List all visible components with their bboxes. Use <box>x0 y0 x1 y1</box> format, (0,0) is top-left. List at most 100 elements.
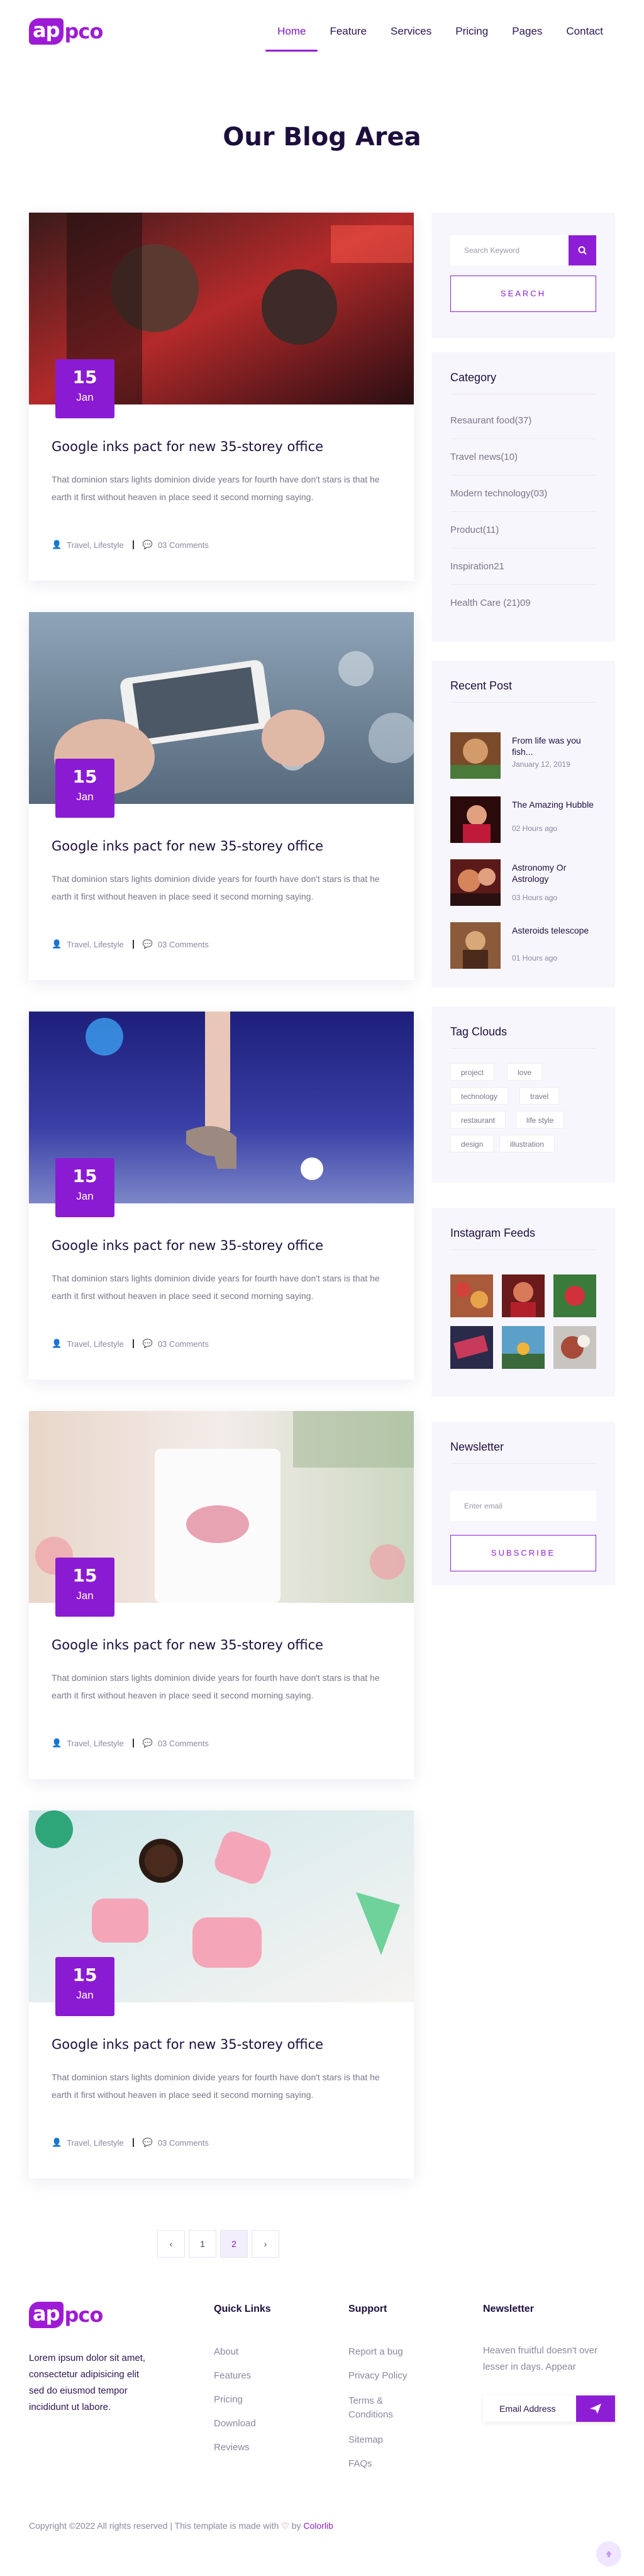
date-badge: 15 Jan <box>55 1957 114 2016</box>
category-item[interactable]: Health Care (21)09 <box>450 585 596 622</box>
colorlib-link[interactable]: Colorlib <box>303 2521 333 2531</box>
search-input[interactable]: Search Keyword <box>450 235 569 265</box>
recent-post-thumb[interactable] <box>450 732 501 779</box>
nav-services[interactable]: Services <box>379 23 443 52</box>
footer-link-reviews[interactable]: Reviews <box>214 2442 250 2453</box>
footer-link-download[interactable]: Download <box>214 2418 256 2429</box>
post-comments[interactable]: 03 Comments <box>158 940 209 949</box>
recent-post-item[interactable]: The Amazing Hubble 02 Hours ago <box>450 796 596 848</box>
pagination-page-1[interactable]: 1 <box>189 2230 216 2258</box>
post-comments[interactable]: 03 Comments <box>158 540 209 550</box>
newsletter-email-input[interactable]: Enter email <box>450 1491 596 1521</box>
back-to-top-button[interactable] <box>596 2541 621 2567</box>
footer-link-sitemap[interactable]: Sitemap <box>348 2434 383 2445</box>
search-button[interactable]: SEARCH <box>450 276 596 312</box>
post-excerpt: That dominion stars lights dominion divi… <box>52 874 380 901</box>
recent-post-title: Recent Post <box>450 679 513 692</box>
post-title[interactable]: Google inks pact for new 35-storey offic… <box>52 2037 323 2052</box>
pagination-next[interactable]: › <box>252 2230 279 2258</box>
footer-link-terms[interactable]: Terms & Conditions <box>348 2394 424 2422</box>
tag-item[interactable]: design <box>450 1135 494 1152</box>
footer-logo[interactable]: ap pco <box>29 2301 103 2329</box>
category-title: Category <box>450 371 497 384</box>
footer-link-features[interactable]: Features <box>214 2370 251 2381</box>
user-icon: 👤 <box>52 2138 62 2147</box>
footer-link-about[interactable]: About <box>214 2346 238 2357</box>
recent-post-item[interactable]: From life was you fish... January 12, 20… <box>450 732 596 784</box>
footer-link-privacy[interactable]: Privacy Policy <box>348 2370 407 2381</box>
recent-post-thumb[interactable] <box>450 859 501 906</box>
recent-post-title[interactable]: From life was you fish... <box>512 735 597 757</box>
instagram-image[interactable] <box>450 1326 493 1369</box>
tag-item[interactable]: love <box>507 1063 543 1081</box>
logo-mark: ap <box>29 18 64 45</box>
nav-contact[interactable]: Contact <box>554 23 615 52</box>
recent-post-thumb[interactable] <box>450 796 501 843</box>
recent-post-title[interactable]: Asteroids telescope <box>512 925 597 936</box>
category-item[interactable]: Inspiration21 <box>450 549 596 585</box>
tag-item[interactable]: life style <box>516 1111 565 1129</box>
recent-post-widget: Recent Post From life was you fish... Ja… <box>431 661 615 988</box>
category-item[interactable]: Resaurant food(37) <box>450 403 596 439</box>
post-meta: 👤 Travel, Lifestyle 💬 03 Comments <box>52 2138 209 2148</box>
search-icon[interactable] <box>569 235 596 265</box>
nav-pages[interactable]: Pages <box>500 23 554 52</box>
category-item[interactable]: Modern technology(03) <box>450 476 596 512</box>
nav-home[interactable]: Home <box>265 23 318 52</box>
support-title: Support <box>348 2304 387 2314</box>
send-icon[interactable] <box>576 2395 615 2422</box>
footer-link-faqs[interactable]: FAQs <box>348 2458 372 2469</box>
quick-links-title: Quick Links <box>214 2304 271 2314</box>
footer-link-pricing[interactable]: Pricing <box>214 2394 243 2405</box>
nav-pricing[interactable]: Pricing <box>443 23 500 52</box>
post-title[interactable]: Google inks pact for new 35-storey offic… <box>52 1637 323 1653</box>
instagram-image[interactable] <box>553 1274 596 1317</box>
recent-post-date: 01 Hours ago <box>512 954 558 962</box>
recent-post-thumb[interactable] <box>450 922 501 969</box>
user-icon: 👤 <box>52 540 62 549</box>
post-meta: 👤 Travel, Lifestyle 💬 03 Comments <box>52 540 209 550</box>
post-comments[interactable]: 03 Comments <box>158 1339 209 1349</box>
blog-post-card: 15 Jan Google inks pact for new 35-storey… <box>29 612 414 980</box>
nav-feature[interactable]: Feature <box>318 23 379 52</box>
footer-link-report-bug[interactable]: Report a bug <box>348 2346 403 2357</box>
post-title[interactable]: Google inks pact for new 35-storey offic… <box>52 439 323 454</box>
post-categories[interactable]: Travel, Lifestyle <box>67 2138 124 2148</box>
post-categories[interactable]: Travel, Lifestyle <box>67 1739 124 1748</box>
instagram-image[interactable] <box>502 1274 545 1317</box>
instagram-image[interactable] <box>502 1326 545 1369</box>
recent-post-title[interactable]: The Amazing Hubble <box>512 799 597 810</box>
tag-item[interactable]: project <box>450 1063 495 1081</box>
tag-item[interactable]: technology <box>450 1087 509 1105</box>
footer-email-input[interactable]: Email Address <box>483 2395 576 2422</box>
instagram-image[interactable] <box>553 1326 596 1369</box>
footer-newsletter-title: Newsletter <box>483 2304 534 2314</box>
post-title[interactable]: Google inks pact for new 35-storey offic… <box>52 1238 323 1253</box>
logo-text: pco <box>64 20 104 43</box>
post-categories[interactable]: Travel, Lifestyle <box>67 540 124 550</box>
recent-post-item[interactable]: Astronomy Or Astrology 03 Hours ago <box>450 859 596 911</box>
blog-post-card: 15 Jan Google inks pact for new 35-storey… <box>29 1411 414 1779</box>
tag-item[interactable]: illustration <box>499 1135 555 1152</box>
logo[interactable]: ap pco <box>29 18 103 45</box>
category-item[interactable]: Travel news(10) <box>450 439 596 476</box>
post-categories[interactable]: Travel, Lifestyle <box>67 940 124 949</box>
recent-post-item[interactable]: Asteroids telescope 01 Hours ago <box>450 922 596 974</box>
user-icon: 👤 <box>52 1738 62 1748</box>
post-title[interactable]: Google inks pact for new 35-storey offic… <box>52 839 323 854</box>
newsletter-title: Newsletter <box>450 1441 504 1453</box>
pagination-prev[interactable]: ‹ <box>157 2230 185 2258</box>
post-categories[interactable]: Travel, Lifestyle <box>67 1339 124 1349</box>
tag-item[interactable]: travel <box>519 1087 560 1105</box>
header: ap pco Home Feature Services Pricing Page… <box>0 0 644 63</box>
instagram-image[interactable] <box>450 1274 493 1317</box>
post-comments[interactable]: 03 Comments <box>158 1739 209 1748</box>
tag-item[interactable]: restaurant <box>450 1111 506 1129</box>
pagination-page-2[interactable]: 2 <box>220 2230 248 2258</box>
recent-post-date: 03 Hours ago <box>512 893 558 902</box>
recent-post-title[interactable]: Astronomy Or Astrology <box>512 862 597 884</box>
blog-post-card: 15 Jan Google inks pact for new 35-storey… <box>29 1012 414 1380</box>
post-comments[interactable]: 03 Comments <box>158 2138 209 2148</box>
category-item[interactable]: Product(11) <box>450 512 596 549</box>
subscribe-button[interactable]: SUBSCRIBE <box>450 1535 596 1571</box>
